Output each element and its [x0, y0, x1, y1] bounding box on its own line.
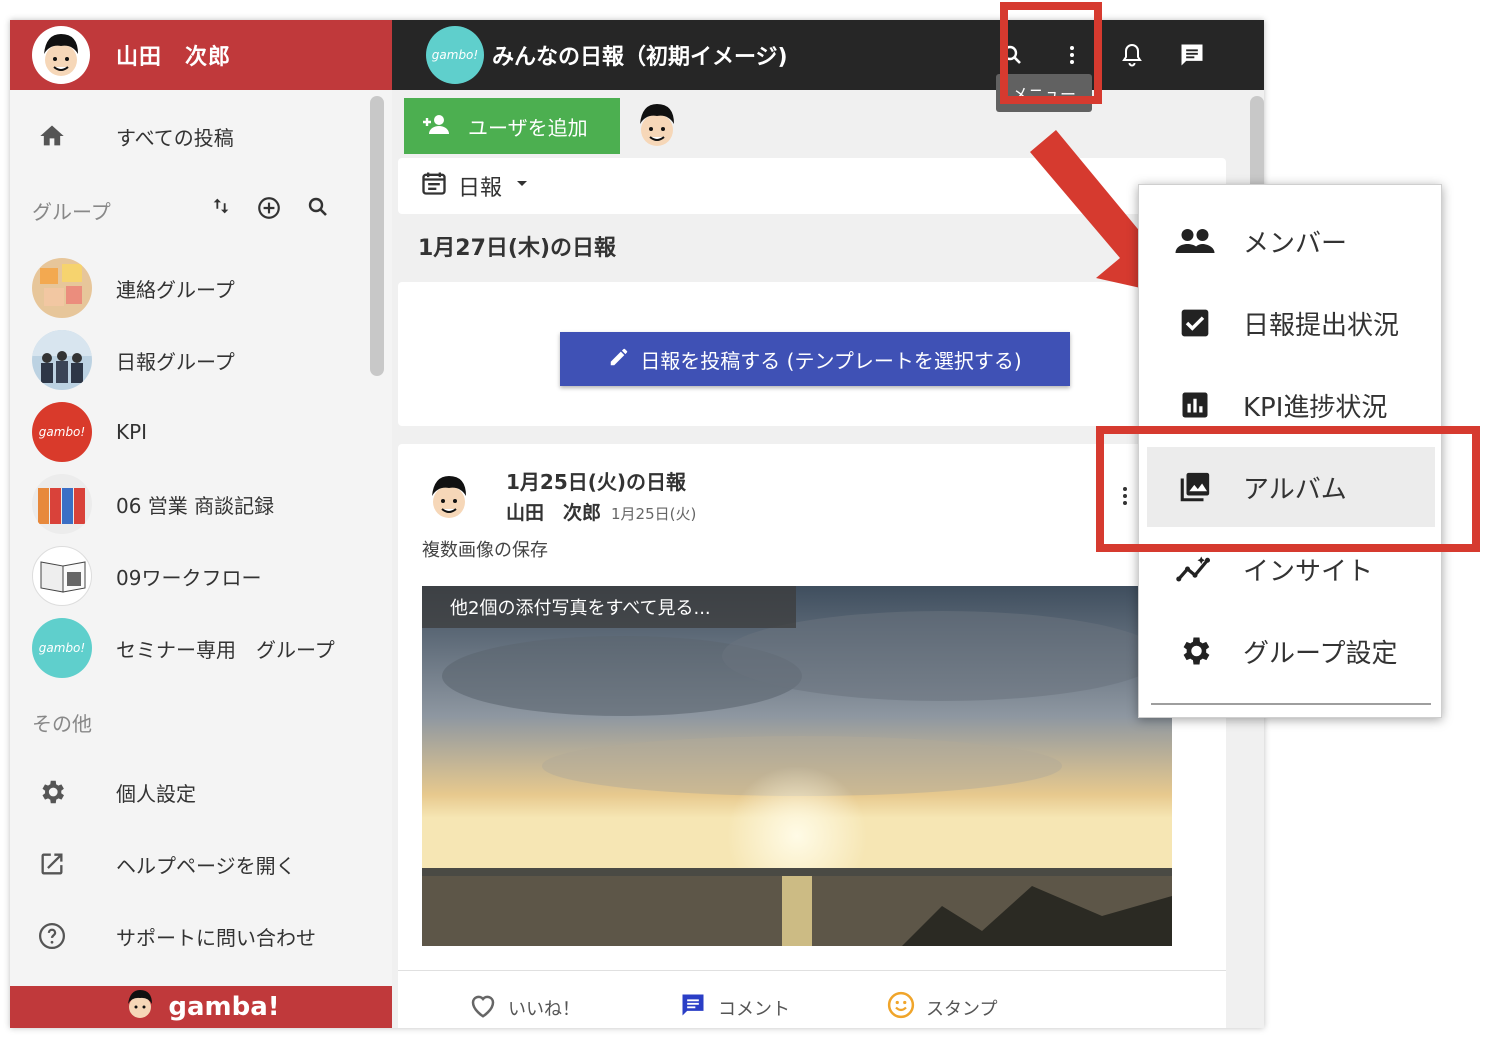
gear-icon — [1147, 633, 1243, 669]
person-add-icon — [422, 112, 450, 141]
help-circle-icon — [32, 916, 72, 956]
comment-button[interactable]: コメント — [678, 991, 790, 1024]
user-name: 山田 次郎 — [116, 45, 232, 70]
menu-item-members[interactable]: メンバー — [1147, 201, 1435, 281]
sidebar-item-group[interactable]: 連絡グループ — [32, 258, 235, 318]
page-title: みんなの日報（初期イメージ) — [492, 45, 788, 70]
sort-icon[interactable] — [210, 195, 232, 227]
sidebar-item-support[interactable]: サポートに問い合わせ — [32, 916, 316, 956]
card-actions: いいね！ コメント スタンプ — [398, 970, 1226, 1028]
sidebar-item-all-posts[interactable]: すべての投稿 — [32, 116, 234, 156]
add-user-button[interactable]: ユーザを追加 — [404, 98, 620, 154]
author-avatar[interactable] — [420, 468, 478, 526]
menu-item-label: KPI進捗状況 — [1243, 392, 1388, 423]
home-icon — [32, 116, 72, 156]
sidebar: 山田 次郎 すべての投稿 グループ 連絡グループ 日報グループ gambo! K… — [10, 20, 392, 1028]
others-section-label: その他 — [32, 712, 92, 736]
menu-item-report-status[interactable]: 日報提出状況 — [1147, 283, 1435, 363]
card-date: 1月25日(火) — [611, 505, 697, 523]
sidebar-item-label: 06 営業 商談記録 — [116, 493, 275, 518]
comment-label: コメント — [718, 998, 790, 1020]
sidebar-header[interactable]: 山田 次郎 — [10, 20, 392, 90]
sidebar-item-group[interactable]: gambo! KPI — [32, 402, 147, 462]
post-button-label: 日報を投稿する (テンプレートを選択する) — [640, 348, 1022, 373]
pencil-icon — [608, 346, 630, 373]
author-name: 山田 次郎 — [506, 502, 602, 524]
calendar-icon — [420, 169, 448, 203]
attached-photo[interactable]: 他2個の添付写真をすべて見る... — [422, 586, 1172, 946]
open-in-new-icon — [32, 844, 72, 884]
insights-icon — [1147, 554, 1243, 584]
annotation-box-menu-button — [1000, 2, 1102, 104]
select-value: 日報 — [458, 176, 503, 201]
group-thumb-gambo-red: gambo! — [32, 402, 92, 462]
sidebar-item-help[interactable]: ヘルプページを開く — [32, 844, 296, 884]
sidebar-item-group[interactable]: 06 営業 商談記録 — [32, 474, 274, 534]
smiley-icon — [886, 990, 916, 1025]
group-thumb-book — [32, 546, 92, 606]
date-heading: 1月27日(木)の日報 — [418, 236, 617, 261]
search-group-icon[interactable] — [306, 195, 330, 227]
menu-item-label: メンバー — [1243, 228, 1348, 259]
group-thumb-team-photo — [32, 330, 92, 390]
bell-icon[interactable] — [1102, 25, 1162, 85]
sidebar-item-label: 個人設定 — [116, 781, 196, 806]
user-avatar — [32, 26, 90, 84]
menu-item-group-settings[interactable]: グループ設定 — [1147, 611, 1435, 691]
menu-item-label: グループ設定 — [1243, 638, 1398, 669]
checkbox-icon — [1147, 307, 1243, 339]
groups-section-label: グループ — [32, 200, 111, 224]
dropdown-arrow-icon — [512, 173, 532, 199]
heart-icon — [468, 991, 498, 1024]
add-group-icon[interactable] — [256, 195, 282, 227]
sidebar-item-label: 09ワークフロー — [116, 565, 262, 590]
group-logo: gambo! — [426, 26, 484, 84]
card-body: 複数画像の保存 — [422, 540, 548, 561]
group-thumb-sticky-notes — [32, 258, 92, 318]
like-label: いいね！ — [508, 998, 580, 1020]
sidebar-item-group[interactable]: 09ワークフロー — [32, 546, 261, 606]
annotation-box-album — [1096, 426, 1480, 552]
gambo-logo: gambo! — [38, 641, 86, 655]
card-author: 山田 次郎 1月25日(火) — [506, 498, 696, 525]
sidebar-item-group[interactable]: 日報グループ — [32, 330, 235, 390]
card-title: 1月25日(火)の日報 — [506, 470, 687, 494]
sidebar-item-label: ヘルプページを開く — [116, 853, 296, 878]
sidebar-footer: gamba! — [10, 986, 392, 1028]
menu-bottom-rule — [1151, 703, 1431, 705]
like-button[interactable]: いいね！ — [468, 991, 580, 1024]
sidebar-item-label: すべての投稿 — [116, 125, 234, 150]
footer-brand: gamba! — [168, 992, 280, 1022]
sidebar-scrollbar[interactable] — [370, 96, 384, 376]
gambo-logo: gambo! — [431, 48, 479, 62]
member-avatar[interactable] — [628, 96, 686, 154]
group-thumb-binders — [32, 474, 92, 534]
chat-icon[interactable] — [1162, 25, 1222, 85]
more-photos-overlay[interactable]: 他2個の添付写真をすべて見る... — [422, 586, 796, 628]
sidebar-item-personal-settings[interactable]: 個人設定 — [32, 772, 196, 812]
gambo-logo: gambo! — [38, 425, 86, 439]
sidebar-item-label: 日報グループ — [116, 349, 235, 374]
group-tools — [210, 195, 330, 227]
sidebar-item-group[interactable]: gambo! セミナー専用 グループ — [32, 618, 335, 678]
menu-item-label: インサイト — [1243, 556, 1374, 587]
stamp-label: スタンプ — [926, 998, 998, 1020]
comment-icon — [678, 991, 708, 1024]
sidebar-item-label: サポートに問い合わせ — [116, 925, 316, 950]
add-user-label: ユーザを追加 — [468, 115, 588, 140]
stamp-button[interactable]: スタンプ — [886, 990, 997, 1025]
top-bar: gambo! みんなの日報（初期イメージ) — [392, 20, 1264, 90]
sidebar-item-label: 連絡グループ — [116, 277, 235, 302]
gear-icon — [32, 772, 72, 812]
post-report-button[interactable]: 日報を投稿する (テンプレートを選択する) — [560, 332, 1070, 386]
people-icon — [1147, 226, 1243, 256]
menu-item-label: 日報提出状況 — [1243, 310, 1400, 341]
group-thumb-gambo-teal: gambo! — [32, 618, 92, 678]
sidebar-item-label: KPI — [116, 420, 148, 444]
bar-chart-icon — [1147, 390, 1243, 420]
sidebar-item-label: セミナー専用 グループ — [116, 637, 335, 662]
mascot-icon — [122, 986, 158, 1029]
